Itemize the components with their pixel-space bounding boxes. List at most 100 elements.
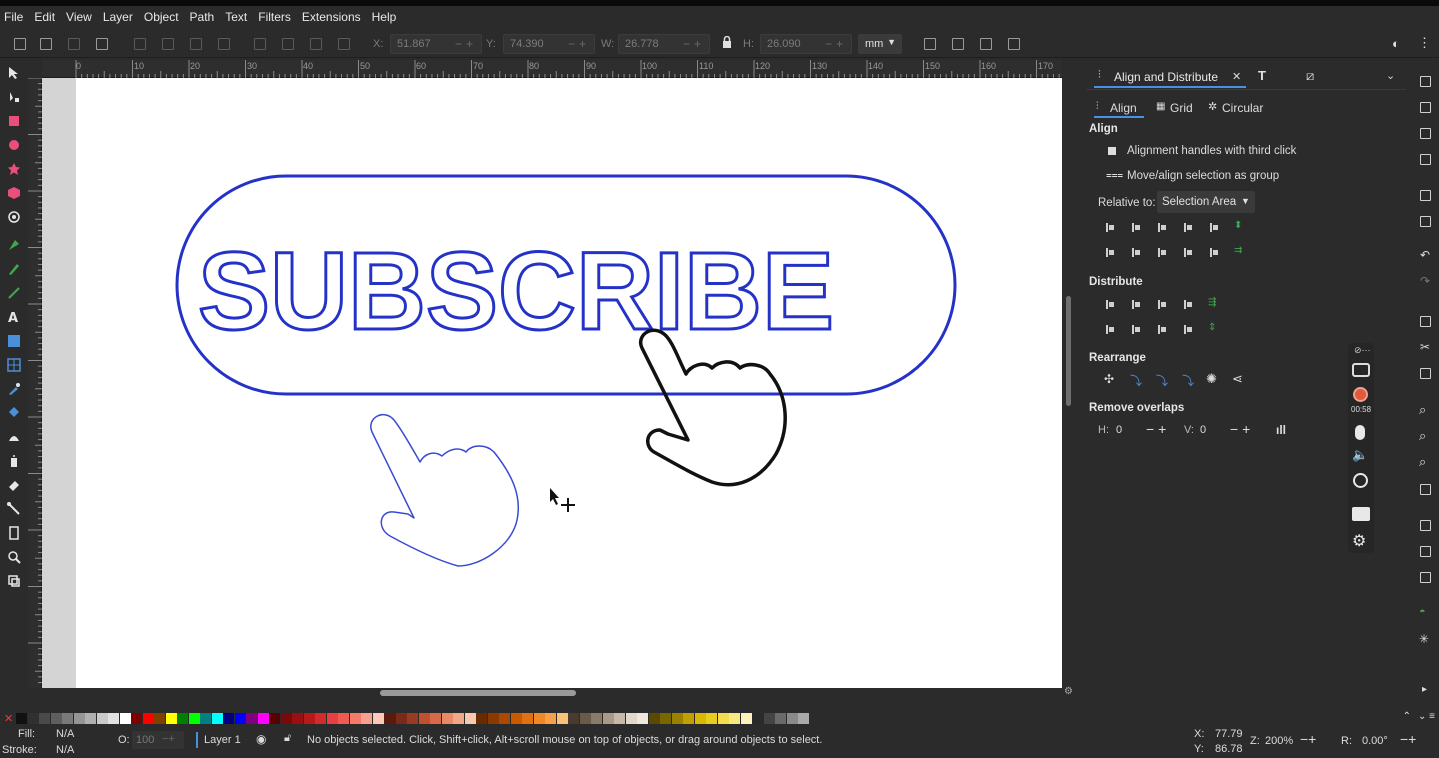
palette-swatch[interactable] <box>729 712 741 724</box>
mesh-tool-icon[interactable] <box>7 358 21 372</box>
scale-stroke-icon[interactable] <box>920 34 938 52</box>
zoom-stepper[interactable]: −+ <box>1300 731 1316 747</box>
menu-layer[interactable]: Layer <box>103 10 133 24</box>
palette-swatch[interactable] <box>568 712 580 724</box>
vertical-scrollbar[interactable] <box>1066 296 1071 406</box>
palette-swatch[interactable] <box>798 712 810 724</box>
selector-tool-icon[interactable] <box>7 66 21 80</box>
open-icon[interactable] <box>1420 102 1431 113</box>
group-icon[interactable]: ◓ <box>1419 606 1426 618</box>
stroke-value[interactable]: N/A <box>56 744 74 756</box>
distribute-top-icon[interactable] <box>1106 325 1115 334</box>
camera-icon[interactable] <box>1352 363 1370 377</box>
tab-align-distribute[interactable]: ⫶ Align and Distribute ✕ <box>1094 66 1246 88</box>
y-field[interactable]: Y: 74.390 −+ <box>486 34 595 54</box>
touch-select-icon[interactable] <box>92 34 110 52</box>
align-text-baseline-icon[interactable]: ⬍ <box>1234 220 1242 231</box>
relative-to-select[interactable]: Selection Area ▼ <box>1157 191 1255 213</box>
zoom-width-icon[interactable] <box>1420 484 1431 495</box>
palette-swatch[interactable] <box>188 712 200 724</box>
overlap-v-stepper[interactable]: − + <box>1230 421 1250 437</box>
unit-select[interactable]: mm ▼ <box>858 34 902 54</box>
distribute-gaps-v-icon[interactable] <box>1184 325 1193 334</box>
menu-edit[interactable]: Edit <box>34 10 55 24</box>
align-baseline-v-icon[interactable]: ⇉ <box>1234 245 1242 256</box>
palette-swatch[interactable] <box>200 712 212 724</box>
microphone-icon[interactable] <box>1355 425 1365 440</box>
text-tool-icon[interactable]: A <box>7 310 21 324</box>
remove-overlaps-icon[interactable]: ıll <box>1276 423 1286 437</box>
distribute-center-v-icon[interactable] <box>1132 325 1141 334</box>
palette-swatch[interactable] <box>556 712 568 724</box>
zoom-drawing-icon[interactable]: ⌕ <box>1419 428 1426 444</box>
w-field[interactable]: W: 26.778 −+ <box>601 34 710 54</box>
menu-extensions[interactable]: Extensions <box>302 10 361 24</box>
palette-swatch[interactable] <box>372 712 384 724</box>
zoom-value[interactable]: 200% <box>1265 735 1293 747</box>
snap-icon[interactable]: ◐ <box>1392 36 1400 51</box>
pen-tool-icon[interactable] <box>7 238 21 252</box>
raise-icon[interactable] <box>278 34 296 52</box>
align-right-icon[interactable] <box>1158 223 1167 232</box>
unclump-icon[interactable]: ⋖ <box>1232 371 1243 387</box>
distribute-baseline-v-icon[interactable]: ⇕ <box>1208 322 1216 333</box>
palette-swatch[interactable] <box>453 712 465 724</box>
distribute-center-icon[interactable] <box>1132 300 1141 309</box>
x-stepper[interactable]: −+ <box>455 37 477 51</box>
palette-swatch[interactable] <box>637 712 649 724</box>
export-icon[interactable] <box>1420 216 1431 227</box>
palette-swatch[interactable] <box>108 712 120 724</box>
align-center-v-icon[interactable] <box>1132 248 1141 257</box>
palette-swatch[interactable] <box>579 712 591 724</box>
palette-swatch[interactable] <box>223 712 235 724</box>
palette-swatch[interactable] <box>73 712 85 724</box>
palette-swatch[interactable] <box>671 712 683 724</box>
deselect-icon[interactable] <box>64 34 82 52</box>
w-stepper[interactable]: −+ <box>683 37 705 51</box>
connector-tool-icon[interactable] <box>7 502 21 516</box>
save-icon[interactable] <box>1420 128 1431 139</box>
palette-swatch[interactable] <box>131 712 143 724</box>
palette-swatch[interactable] <box>361 712 373 724</box>
palette-swatch[interactable] <box>39 712 51 724</box>
lock-icon[interactable] <box>722 35 732 48</box>
exchange-positions-icon[interactable]: ✣ <box>1104 372 1114 386</box>
no-paint-swatch-icon[interactable]: ✕ <box>4 712 13 725</box>
palette-swatch[interactable] <box>533 712 545 724</box>
palette-swatch[interactable] <box>625 712 637 724</box>
palette-swatch[interactable] <box>269 712 281 724</box>
settings-gear-icon[interactable]: ⚙ <box>1352 531 1366 551</box>
more-commands-icon[interactable]: ▸ <box>1422 684 1427 695</box>
alignment-handles-icon[interactable] <box>1108 147 1116 155</box>
rotation-value[interactable]: 0.00° <box>1362 735 1388 747</box>
select-all-icon[interactable] <box>10 34 28 52</box>
h-field[interactable]: H: 26.090 −+ <box>743 34 852 54</box>
opacity-stepper[interactable]: −+ <box>162 733 175 745</box>
palette-swatch[interactable] <box>763 712 775 724</box>
fill-value[interactable]: N/A <box>56 728 74 740</box>
align-right-edge-icon[interactable] <box>1210 223 1219 232</box>
flip-vertical-icon[interactable] <box>214 34 232 52</box>
distribute-gaps-h-icon[interactable] <box>1184 300 1193 309</box>
menu-object[interactable]: Object <box>144 10 179 24</box>
gradient-tool-icon[interactable] <box>7 334 21 348</box>
menu-help[interactable]: Help <box>372 10 397 24</box>
distribute-baseline-h-icon[interactable]: ⇶ <box>1208 297 1216 308</box>
subtab-circular[interactable]: ✲ Circular <box>1206 98 1266 118</box>
y-stepper[interactable]: −+ <box>568 37 590 51</box>
exchange-selection-icon[interactable]: ⤵ <box>1130 372 1142 389</box>
menu-filters[interactable]: Filters <box>258 10 291 24</box>
raise-top-icon[interactable] <box>250 34 268 52</box>
tweak-tool-icon[interactable] <box>7 430 21 444</box>
layer-visibility-icon[interactable]: ◉ <box>256 732 266 746</box>
palette-swatch[interactable] <box>119 712 131 724</box>
webcam-icon[interactable] <box>1353 473 1368 488</box>
palette-swatch[interactable] <box>292 712 304 724</box>
palette-swatch[interactable] <box>50 712 62 724</box>
rotation-stepper[interactable]: −+ <box>1400 731 1416 747</box>
menu-view[interactable]: View <box>66 10 92 24</box>
spray-tool-icon[interactable] <box>7 454 21 468</box>
move-group-option[interactable]: Move/align selection as group <box>1127 170 1279 182</box>
measure-tool-icon[interactable] <box>7 574 21 588</box>
chevron-down-icon[interactable]: ⌄ <box>1386 69 1395 82</box>
